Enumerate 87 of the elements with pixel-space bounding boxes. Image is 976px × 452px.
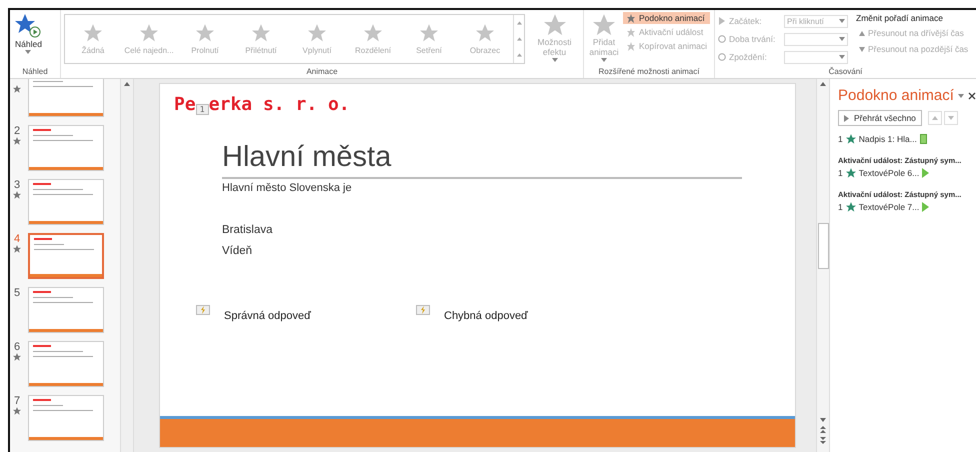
star-icon bbox=[140, 24, 158, 42]
timing-icon bbox=[718, 35, 726, 43]
star-icon bbox=[544, 14, 566, 36]
timing-icon bbox=[718, 53, 726, 61]
caret-icon bbox=[552, 58, 558, 62]
slide-number: 6 bbox=[14, 341, 20, 353]
slide-title: Hlavní města bbox=[222, 141, 742, 179]
animation-entry[interactable]: 1 TextovéPole 6... bbox=[838, 168, 976, 178]
logo-text: erka s. r. o. bbox=[208, 94, 350, 115]
slide-number: 4 bbox=[14, 233, 20, 245]
star-icon bbox=[364, 24, 382, 42]
scroll-up-icon bbox=[124, 82, 130, 86]
next-slide-icon bbox=[820, 437, 826, 444]
slide-thumbnail[interactable] bbox=[28, 341, 104, 387]
slide-number: 5 bbox=[14, 287, 20, 299]
slide-number: 3 bbox=[14, 179, 20, 191]
down-triangle-icon bbox=[859, 46, 865, 52]
timing-label: Začátek: bbox=[729, 16, 762, 26]
previous-slide-icon bbox=[820, 426, 826, 433]
slide-thumbnail[interactable] bbox=[28, 79, 104, 117]
star-icon bbox=[476, 24, 494, 42]
caret-icon bbox=[839, 37, 845, 41]
caret-icon bbox=[839, 55, 845, 59]
trigger-lightning-icon bbox=[416, 305, 430, 315]
play-all-button[interactable]: Přehrát všechno bbox=[838, 110, 922, 126]
star-icon bbox=[846, 168, 856, 178]
trigger-lightning-icon bbox=[196, 305, 210, 315]
scroll-down-icon bbox=[820, 418, 826, 422]
timing-label: Zpoždění: bbox=[729, 52, 767, 62]
effect-triangle-icon bbox=[922, 202, 930, 212]
slide-number: 7 bbox=[14, 395, 20, 407]
group-label: Náhled bbox=[21, 67, 49, 78]
caret-icon bbox=[25, 50, 32, 54]
slide-thumbnail[interactable] bbox=[28, 287, 104, 333]
reorder-title: Změnit pořadí animace bbox=[856, 13, 944, 23]
timing-field[interactable] bbox=[784, 50, 848, 64]
group-label: Rozšířené možnosti animací bbox=[598, 67, 700, 78]
scroll-up-icon bbox=[820, 82, 826, 86]
animation-entry[interactable]: 1 TextovéPole 7... bbox=[838, 202, 976, 212]
scrollbar[interactable] bbox=[816, 79, 830, 452]
timing-label: Doba trvání: bbox=[729, 34, 776, 44]
star-icon bbox=[420, 24, 438, 42]
group-label: Časování bbox=[828, 67, 864, 78]
slide-thumbnail[interactable] bbox=[28, 125, 104, 171]
slide-number: 2 bbox=[14, 125, 20, 137]
slide-thumbnail[interactable] bbox=[28, 395, 104, 441]
caret-icon bbox=[958, 94, 964, 98]
preview-button[interactable]: Náhled bbox=[13, 12, 44, 56]
up-triangle-icon bbox=[859, 30, 865, 36]
play-icon bbox=[844, 114, 849, 122]
slide-text: Vídeň bbox=[222, 245, 254, 257]
scrollbar[interactable] bbox=[120, 79, 134, 452]
scroll-arrow-icon bbox=[516, 37, 522, 41]
star-icon bbox=[252, 24, 270, 42]
star-icon bbox=[846, 134, 856, 144]
animation-badge: 1 bbox=[196, 104, 209, 115]
effect-triangle-icon bbox=[922, 168, 930, 178]
slide-thumbnail[interactable] bbox=[28, 233, 104, 279]
star-icon bbox=[846, 202, 856, 212]
slide-text: Bratislava bbox=[222, 224, 274, 236]
animation-command-icon bbox=[626, 14, 636, 22]
group-label: Animace bbox=[305, 67, 339, 78]
scroll-arrow-icon bbox=[516, 53, 522, 57]
star-icon bbox=[308, 24, 326, 42]
answer-text: Chybná odpoveď bbox=[444, 310, 528, 322]
timing-icon bbox=[718, 17, 726, 25]
scroll-thumb[interactable] bbox=[818, 223, 828, 269]
caret-icon bbox=[601, 58, 607, 62]
close-icon[interactable] bbox=[968, 92, 976, 100]
slide-thumbnail[interactable] bbox=[28, 179, 104, 225]
caret-icon bbox=[839, 19, 845, 23]
scroll-arrow-icon bbox=[516, 21, 522, 25]
animation-command-icon bbox=[626, 42, 636, 50]
slide-subtitle: Hlavní město Slovenska je bbox=[222, 182, 353, 194]
star-play-icon bbox=[15, 14, 42, 38]
ribbon-command[interactable]: Podokno animací bbox=[623, 12, 710, 24]
effect-bar-icon bbox=[920, 134, 927, 144]
move-up-icon[interactable] bbox=[932, 116, 938, 120]
timing-field[interactable] bbox=[784, 32, 848, 46]
animation-command-icon bbox=[626, 28, 636, 36]
logo-text: Pe bbox=[174, 94, 196, 115]
animation-entry[interactable]: 1 Nadpis 1: Hla... bbox=[838, 134, 976, 144]
answer-text: Správná odpoveď bbox=[224, 310, 311, 322]
pane-title: Podokno animací bbox=[838, 87, 954, 104]
star-icon bbox=[196, 24, 214, 42]
move-down-icon[interactable] bbox=[948, 116, 954, 120]
star-icon bbox=[84, 24, 102, 42]
